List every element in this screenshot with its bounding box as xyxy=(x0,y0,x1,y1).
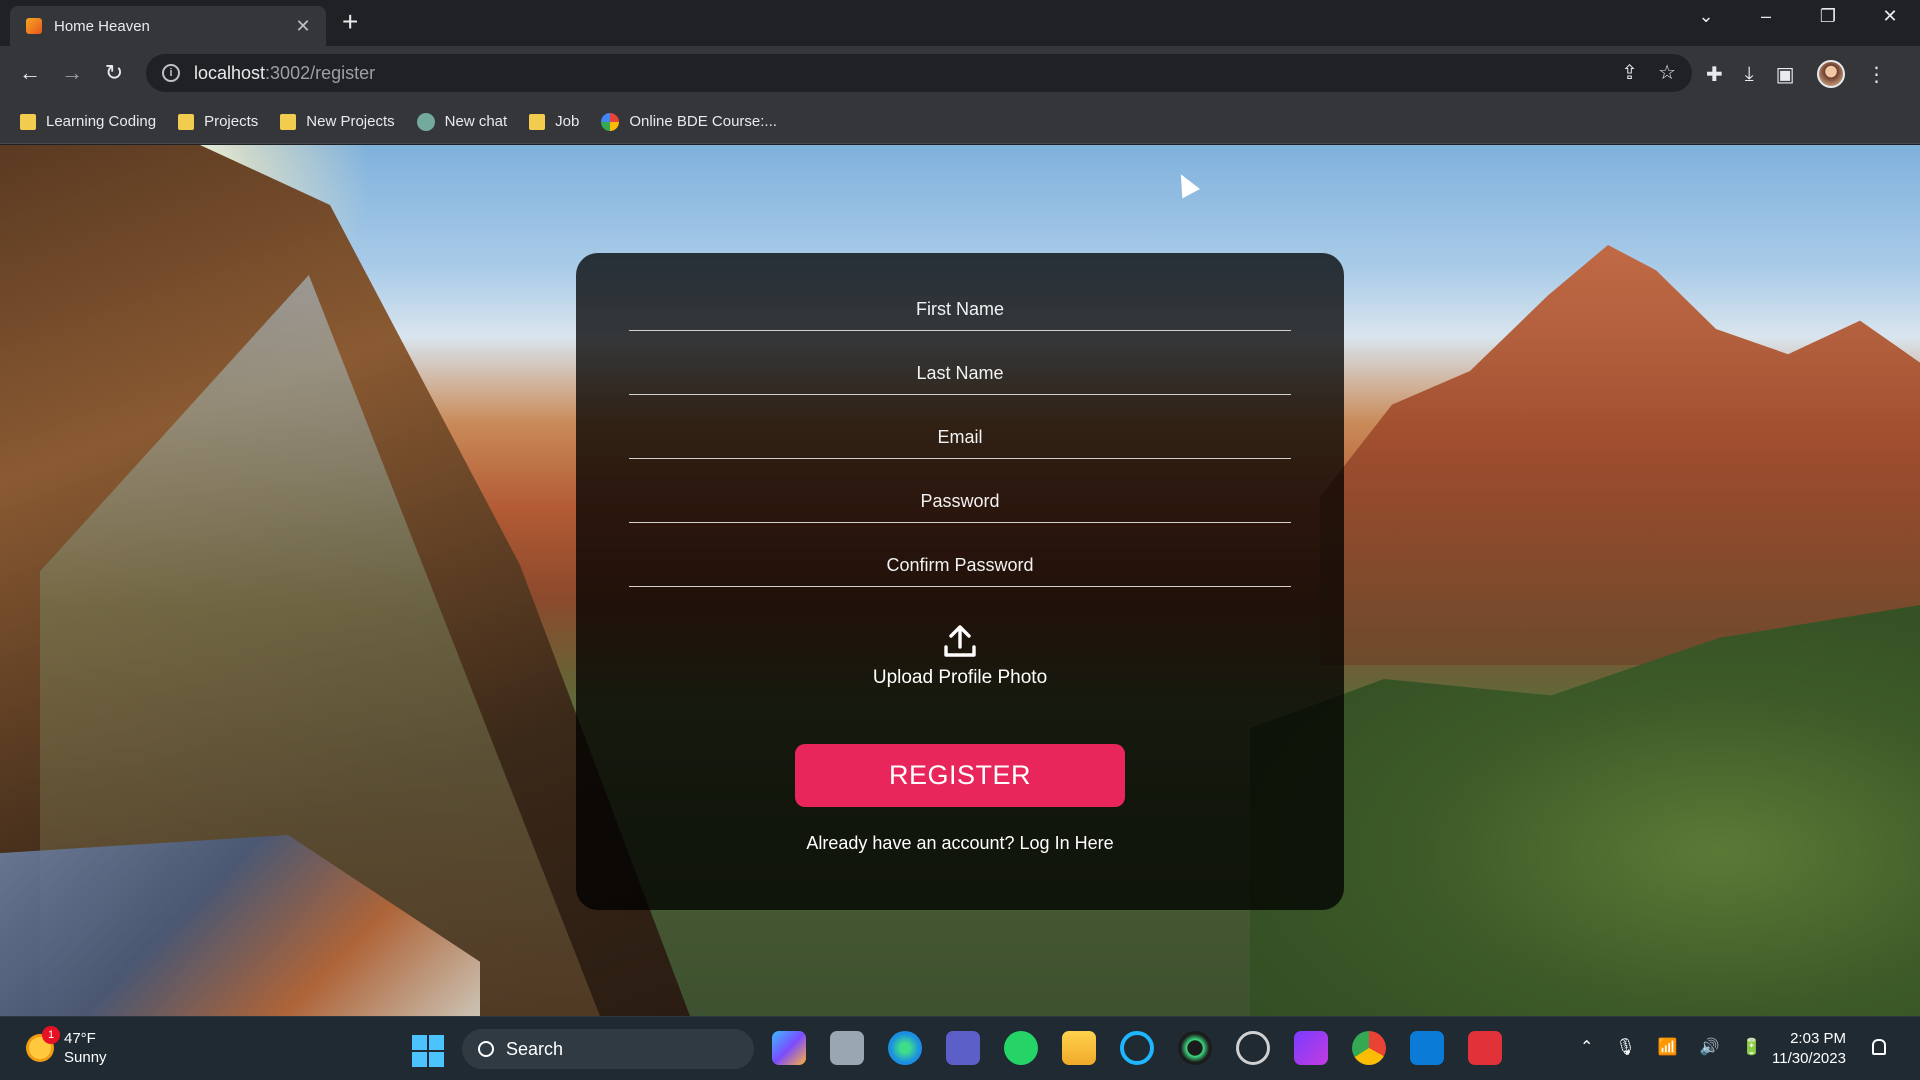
background-mountains xyxy=(1320,245,1920,665)
tab-search-chevron-icon[interactable]: ⌄ xyxy=(1686,6,1726,27)
copilot-icon[interactable] xyxy=(772,1031,806,1065)
upload-profile-photo[interactable]: Upload Profile Photo xyxy=(810,623,1110,703)
back-icon[interactable]: ← xyxy=(16,60,44,86)
taskbar-search[interactable]: Search xyxy=(462,1029,754,1069)
last-name-input[interactable] xyxy=(629,353,1291,395)
chatgpt-app-icon[interactable] xyxy=(1236,1031,1270,1065)
confirm-password-input[interactable] xyxy=(629,545,1291,587)
side-panel-icon[interactable]: ▣ xyxy=(1776,62,1795,87)
search-label: Search xyxy=(506,1038,564,1059)
bookmark-projects[interactable]: Projects xyxy=(178,113,258,130)
profile-avatar[interactable] xyxy=(1816,60,1845,88)
clock-date: 11/30/2023 xyxy=(1772,1050,1846,1067)
spotify-icon[interactable] xyxy=(1178,1031,1212,1065)
tab-title: Home Heaven xyxy=(54,17,150,35)
mouse-cursor-icon xyxy=(1172,169,1200,199)
register-form: Upload Profile Photo REGISTER Already ha… xyxy=(576,253,1344,910)
background-trees xyxy=(1250,605,1920,1016)
show-hidden-icons-icon[interactable]: ⌃ xyxy=(1580,1037,1593,1057)
download-icon[interactable]: ⤓ xyxy=(1745,63,1754,86)
browser-tab[interactable]: Home Heaven ✕ xyxy=(10,6,326,46)
chatgpt-icon xyxy=(416,112,435,131)
bookmark-label: Online BDE Course:... xyxy=(629,113,777,130)
bookmark-new-chat[interactable]: New chat xyxy=(416,112,508,131)
clock-time: 2:03 PM xyxy=(1790,1030,1846,1047)
register-button[interactable]: REGISTER xyxy=(795,744,1125,807)
teams-icon[interactable] xyxy=(946,1031,980,1065)
folder-icon xyxy=(20,113,36,130)
weather-description: Sunny xyxy=(64,1049,107,1066)
wifi-icon[interactable]: 📶 xyxy=(1658,1037,1678,1057)
bookmark-label: New Projects xyxy=(306,113,395,130)
whatsapp-icon[interactable] xyxy=(1004,1031,1038,1065)
bookmark-label: New chat xyxy=(444,113,508,130)
search-icon xyxy=(478,1041,494,1057)
bookmark-online-bde-course[interactable]: Online BDE Course:... xyxy=(601,112,777,131)
restore-icon[interactable]: ❐ xyxy=(1808,6,1848,27)
vscode-icon[interactable] xyxy=(1410,1031,1444,1065)
new-tab-icon[interactable]: + xyxy=(342,8,358,36)
notification-badge: 1 xyxy=(42,1026,60,1044)
bookmark-learning-coding[interactable]: Learning Coding xyxy=(20,113,156,130)
site-info-icon[interactable]: i xyxy=(162,64,180,82)
edge-icon[interactable] xyxy=(888,1031,922,1065)
course-icon xyxy=(601,112,620,131)
bookmark-star-icon[interactable]: ☆ xyxy=(1658,60,1676,85)
forward-icon[interactable]: → xyxy=(58,60,86,86)
address-bar[interactable]: i localhost:3002/register ⇪ ☆ xyxy=(146,54,1692,92)
notification-bell-icon[interactable] xyxy=(1872,1039,1886,1055)
reload-icon[interactable]: ↻ xyxy=(100,60,128,86)
minimize-icon[interactable]: – xyxy=(1746,6,1786,27)
close-tab-icon[interactable]: ✕ xyxy=(292,16,314,37)
folder-icon xyxy=(280,113,297,130)
folder-icon xyxy=(529,113,546,130)
weather-temperature: 47°F xyxy=(64,1030,96,1047)
system-clock[interactable]: 2:03 PM 11/30/2023 xyxy=(1772,1029,1846,1069)
menu-icon[interactable]: ⋮ xyxy=(1867,62,1887,87)
bookmark-label: Job xyxy=(555,113,580,130)
battery-icon[interactable]: 🔋 xyxy=(1742,1037,1762,1057)
task-view-icon[interactable] xyxy=(830,1031,864,1065)
share-icon[interactable]: ⇪ xyxy=(1621,60,1638,85)
cortana-icon[interactable] xyxy=(1120,1031,1154,1065)
url-host: localhost xyxy=(194,62,266,83)
email-input[interactable] xyxy=(629,417,1291,459)
site-favicon-icon xyxy=(26,18,42,34)
extensions-icon[interactable]: ✚ xyxy=(1706,62,1723,87)
bookmark-job[interactable]: Job xyxy=(529,113,579,130)
browser-toolbar: ← → ↻ i localhost:3002/register ⇪ ☆ ✚ ⤓ … xyxy=(0,46,1920,100)
bookmark-label: Projects xyxy=(204,113,259,130)
windows-start-icon[interactable] xyxy=(412,1035,444,1067)
windows-taskbar: 1 47°F Sunny Search ⌃ 🎙 📶 🔊 🔋 2:03 PM 11… xyxy=(0,1016,1920,1080)
register-page: Upload Profile Photo REGISTER Already ha… xyxy=(0,145,1920,1016)
system-tray: ⌃ 🎙 📶 🔊 🔋 xyxy=(1580,1037,1761,1057)
upload-icon xyxy=(944,625,976,657)
chrome-icon[interactable] xyxy=(1352,1031,1386,1065)
volume-icon[interactable]: 🔊 xyxy=(1700,1037,1720,1057)
clipchamp-icon[interactable] xyxy=(1294,1031,1328,1065)
microphone-icon[interactable]: 🎙 xyxy=(1615,1037,1635,1057)
url-path: :3002/register xyxy=(265,62,376,83)
weather-widget[interactable]: 1 47°F Sunny xyxy=(26,1026,107,1067)
anydesk-icon[interactable] xyxy=(1468,1031,1502,1065)
login-link[interactable]: Already have an account? Log In Here xyxy=(576,833,1344,854)
password-input[interactable] xyxy=(629,481,1291,523)
tab-strip: Home Heaven ✕ + ⌄ – ❐ ✕ xyxy=(0,0,1920,46)
upload-label: Upload Profile Photo xyxy=(872,667,1048,688)
folder-icon xyxy=(178,113,195,130)
first-name-input[interactable] xyxy=(629,289,1291,331)
close-window-icon[interactable]: ✕ xyxy=(1870,6,1910,27)
bookmark-new-projects[interactable]: New Projects xyxy=(280,113,395,130)
sun-icon: 1 xyxy=(26,1026,60,1062)
file-explorer-icon[interactable] xyxy=(1062,1031,1096,1065)
bookmarks-bar: Learning Coding Projects New Projects Ne… xyxy=(0,100,1920,144)
bookmark-label: Learning Coding xyxy=(46,113,157,130)
